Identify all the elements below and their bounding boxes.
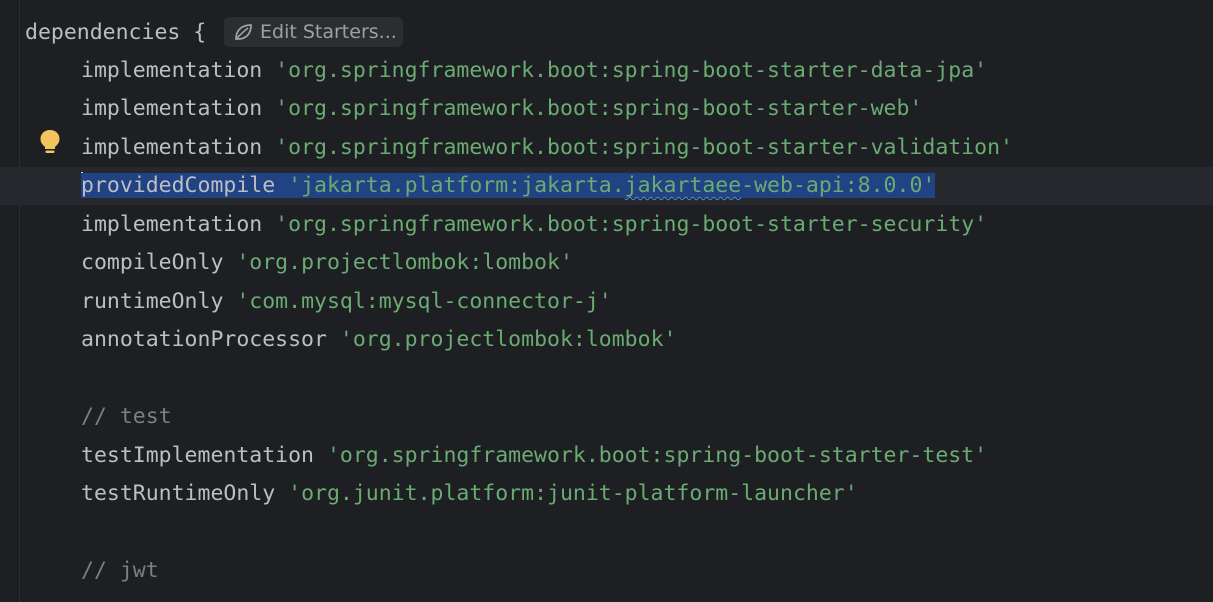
- code-line-validation[interactable]: implementation 'org.springframework.boot…: [0, 129, 1213, 167]
- dependency-string-part: 'jakarta.platform:jakarta.: [288, 173, 625, 198]
- config-keyword: runtimeOnly: [81, 289, 224, 314]
- code-line-comment-jwt[interactable]: // jwt: [0, 552, 1213, 590]
- code-line-provided-compile[interactable]: providedCompile 'jakarta.platform:jakart…: [0, 167, 1213, 206]
- line-comment: // jwt: [81, 558, 159, 583]
- edit-starters-button[interactable]: Edit Starters...: [224, 17, 403, 47]
- config-keyword: compileOnly: [81, 250, 224, 275]
- dependency-string: 'com.mysql:mysql-connector-j': [236, 289, 612, 314]
- dependency-string: 'org.springframework.boot:spring-boot-st…: [326, 443, 988, 468]
- dependency-string: 'org.projectlombok:lombok': [339, 327, 677, 352]
- edit-starters-label: Edit Starters...: [260, 21, 397, 43]
- spring-leaf-icon: [235, 24, 252, 40]
- selection-highlight[interactable]: providedCompile 'jakarta.platform:jakart…: [81, 173, 936, 198]
- dependency-string-part: -web-api:8.0.0': [741, 173, 936, 198]
- dependency-string: 'org.junit.platform:junit-platform-launc…: [288, 481, 858, 506]
- code-editor[interactable]: dependencies { Edit Starters... implemen…: [0, 0, 1213, 602]
- config-keyword: implementation: [81, 135, 263, 160]
- typo-warning-word[interactable]: jakartaee: [625, 173, 742, 198]
- dependency-string: 'org.springframework.boot:spring-boot-st…: [275, 212, 988, 237]
- code-line-compile-only[interactable]: compileOnly 'org.projectlombok:lombok': [0, 244, 1213, 282]
- code-line-dependencies[interactable]: dependencies {: [0, 14, 1213, 52]
- code-line-data-jpa[interactable]: implementation 'org.springframework.boot…: [0, 52, 1213, 90]
- dependencies-keyword: dependencies: [25, 20, 181, 45]
- config-keyword: testImplementation: [81, 443, 314, 468]
- code-line-web[interactable]: implementation 'org.springframework.boot…: [0, 90, 1213, 128]
- config-keyword: implementation: [81, 212, 263, 237]
- config-keyword: testRuntimeOnly: [81, 481, 276, 506]
- config-keyword: providedCompile: [81, 173, 276, 198]
- config-keyword: annotationProcessor: [81, 327, 327, 352]
- config-keyword: implementation: [81, 96, 263, 121]
- code-line-test-runtime-only[interactable]: testRuntimeOnly 'org.junit.platform:juni…: [0, 475, 1213, 513]
- line-comment: // test: [81, 404, 172, 429]
- dependency-string: 'org.springframework.boot:spring-boot-st…: [275, 135, 1013, 160]
- code-line-comment-test[interactable]: // test: [0, 398, 1213, 436]
- dependency-string: 'org.projectlombok:lombok': [236, 250, 573, 275]
- config-keyword: implementation: [81, 58, 263, 83]
- code-line-runtime-only[interactable]: runtimeOnly 'com.mysql:mysql-connector-j…: [0, 283, 1213, 321]
- dependency-string: 'org.springframework.boot:spring-boot-st…: [275, 96, 923, 121]
- code-line-annotation-processor[interactable]: annotationProcessor 'org.projectlombok:l…: [0, 321, 1213, 359]
- dependency-string: 'org.springframework.boot:spring-boot-st…: [275, 58, 988, 83]
- open-brace: {: [193, 20, 207, 45]
- code-line-security[interactable]: implementation 'org.springframework.boot…: [0, 206, 1213, 244]
- code-line-test-implementation[interactable]: testImplementation 'org.springframework.…: [0, 437, 1213, 475]
